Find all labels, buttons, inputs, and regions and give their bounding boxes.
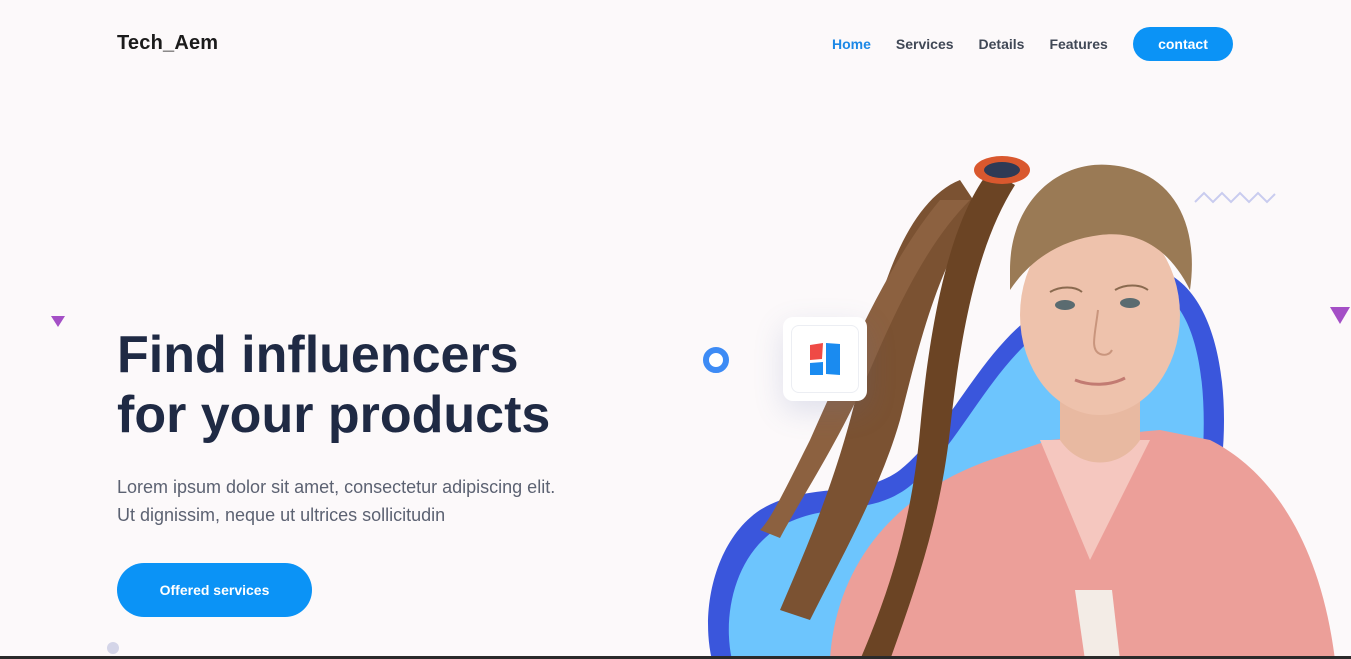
hero-title-line-1: Find influencers (117, 326, 519, 384)
nav-link-home[interactable]: Home (832, 36, 871, 52)
hero-title: Find influencers for your products (117, 325, 550, 445)
app-logo-card (783, 317, 867, 401)
site-logo[interactable]: Tech_Aem (117, 32, 218, 55)
nav-link-details[interactable]: Details (979, 36, 1025, 52)
hero-description: Lorem ipsum dolor sit amet, consectetur … (117, 473, 555, 529)
contact-button[interactable]: contact (1133, 27, 1233, 61)
landing-page: Tech_Aem Home Services Details Features … (0, 0, 1351, 659)
offered-services-button[interactable]: Offered services (117, 563, 312, 617)
hero-title-line-2: for your products (117, 386, 551, 444)
main-nav: Home Services Details Features (832, 36, 1133, 52)
dot-icon (107, 642, 119, 654)
app-logo-icon (810, 343, 840, 375)
triangle-icon (51, 316, 65, 327)
app-logo-card-inner (791, 325, 859, 393)
nav-link-features[interactable]: Features (1049, 36, 1107, 52)
hero-description-line-1: Lorem ipsum dolor sit amet, consectetur … (117, 477, 556, 497)
nav-link-services[interactable]: Services (896, 36, 954, 52)
hero-description-line-2: Ut dignissim, neque ut ultrices sollicit… (117, 505, 446, 525)
